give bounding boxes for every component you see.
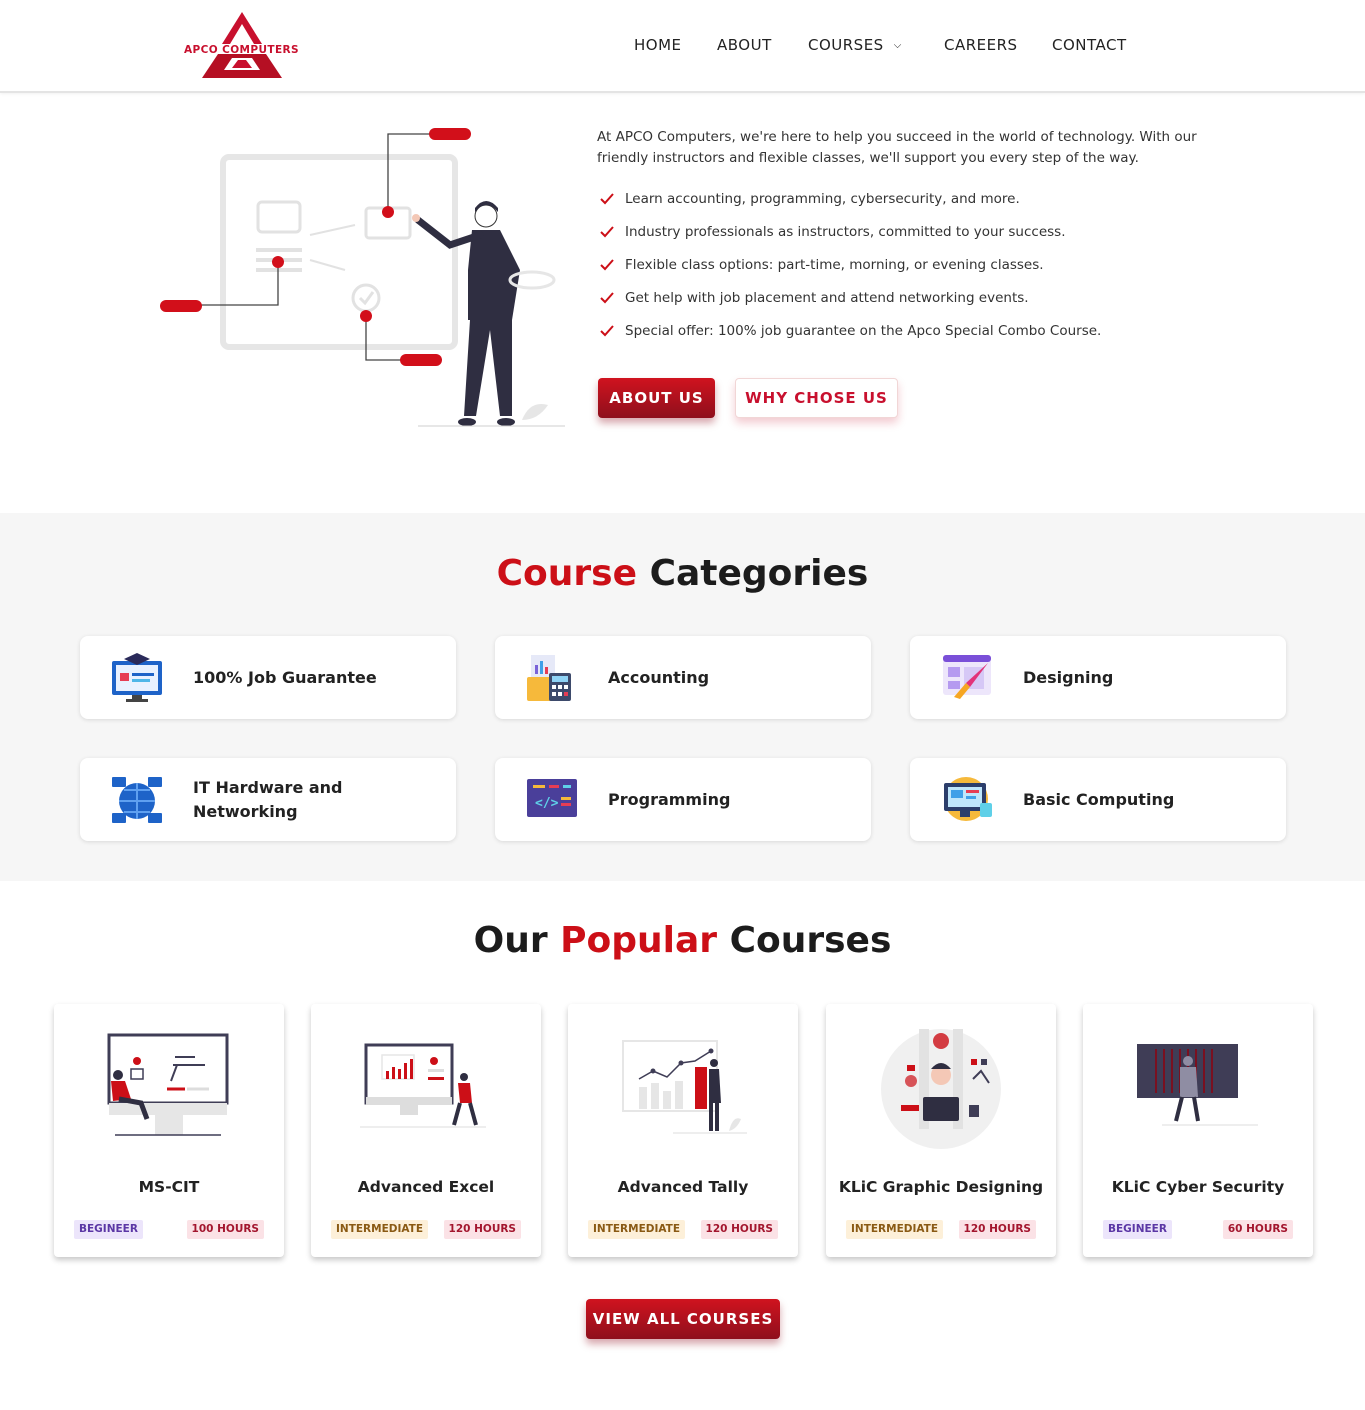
nav-about[interactable]: ABOUT <box>717 36 772 54</box>
category-label: Programming <box>608 789 731 809</box>
logo-text: APCO COMPUTERS <box>184 44 299 56</box>
popular-title-end: Courses <box>729 920 892 961</box>
view-all-courses-button[interactable]: VIEW ALL COURSES <box>586 1299 780 1339</box>
level-badge: INTERMEDIATE <box>846 1220 944 1239</box>
feature-text: Industry professionals as instructors, c… <box>625 224 1066 240</box>
klic-cyber-illustration <box>1137 1044 1258 1126</box>
svg-text:</>: </> <box>535 796 559 811</box>
klic-graphic-illustration <box>881 1029 1001 1149</box>
nav-careers[interactable]: CAREERS <box>944 36 1018 54</box>
nav-courses[interactable]: COURSES ⌵ <box>808 36 902 54</box>
popular-title-start: Our <box>473 920 548 961</box>
feature-list: Learn accounting, programming, cybersecu… <box>598 189 1101 354</box>
category-label: Designing <box>1023 667 1114 687</box>
accounting-calculator-icon <box>527 655 571 701</box>
course-card-advanced-tally[interactable]: Advanced Tally INTERMEDIATE 120 HOURS <box>568 1004 798 1257</box>
site-header: APCO COMPUTERS HOME ABOUT COURSES ⌵ CAREE… <box>0 0 1365 93</box>
ms-cit-illustration <box>107 1033 229 1136</box>
advanced-tally-illustration <box>622 1040 747 1134</box>
course-card-ms-cit[interactable]: MS-CIT BEGINEER 100 HOURS <box>54 1004 284 1257</box>
course-title: Advanced Excel <box>357 1178 495 1196</box>
category-card-designing[interactable]: Designing <box>910 636 1286 719</box>
hours-badge: 120 HOURS <box>700 1220 778 1239</box>
list-item: Get help with job placement and attend n… <box>598 288 1101 321</box>
course-card-advanced-excel[interactable]: Advanced Excel INTERMEDIATE 120 HOURS <box>311 1004 541 1257</box>
category-card-job-guarantee[interactable]: 100% Job Guarantee <box>80 636 456 719</box>
basic-computer-icon <box>944 777 992 821</box>
categories-title: Course Categories <box>0 553 1365 594</box>
about-intro: At APCO Computers, we're here to help yo… <box>597 129 1197 166</box>
hours-badge: 120 HOURS <box>443 1220 521 1239</box>
nav-home[interactable]: HOME <box>634 36 682 54</box>
course-title: KLiC Cyber Security <box>1111 1178 1285 1196</box>
course-categories-section: Course Categories 100% Job Guarantee Acc… <box>0 513 1365 881</box>
course-title: Advanced Tally <box>617 1178 749 1196</box>
popular-title-red: Popular <box>560 920 718 961</box>
feature-text: Learn accounting, programming, cybersecu… <box>625 191 1020 207</box>
check-icon <box>600 325 614 337</box>
level-badge: INTERMEDIATE <box>588 1220 686 1239</box>
about-illustration <box>160 128 565 427</box>
advanced-excel-illustration <box>360 1043 486 1128</box>
course-card-klic-graphic[interactable]: KLiC Graphic Designing INTERMEDIATE 120 … <box>826 1004 1056 1257</box>
feature-text: Special offer: 100% job guarantee on the… <box>625 323 1102 339</box>
categories-title-red: Course <box>496 553 638 594</box>
check-icon <box>600 226 614 238</box>
category-card-basic-computing[interactable]: Basic Computing <box>910 758 1286 841</box>
chevron-down-icon: ⌵ <box>893 40 902 51</box>
nav-contact[interactable]: CONTACT <box>1052 36 1127 54</box>
list-item: Industry professionals as instructors, c… <box>598 222 1101 255</box>
category-card-accounting[interactable]: Accounting <box>495 636 871 719</box>
course-title: KLiC Graphic Designing <box>838 1178 1044 1196</box>
list-item: Learn accounting, programming, cybersecu… <box>598 189 1101 222</box>
popular-courses-title: Our Popular Courses <box>0 920 1365 961</box>
feature-text: Flexible class options: part-time, morni… <box>625 257 1044 273</box>
hours-badge: 100 HOURS <box>186 1220 264 1239</box>
list-item: Special offer: 100% job guarantee on the… <box>598 321 1101 354</box>
graduation-monitor-icon <box>112 653 162 702</box>
category-label: 100% Job Guarantee <box>193 667 377 687</box>
check-icon <box>600 292 614 304</box>
about-us-button[interactable]: ABOUT US <box>598 378 715 418</box>
network-globe-icon <box>112 777 162 823</box>
check-icon <box>600 193 614 205</box>
level-badge: BEGINEER <box>74 1220 143 1239</box>
category-card-programming[interactable]: </> Programming <box>495 758 871 841</box>
category-label: Accounting <box>608 667 710 687</box>
design-brush-icon <box>943 655 991 699</box>
why-chose-us-button[interactable]: WHY CHOSE US <box>735 378 898 418</box>
level-badge: BEGINEER <box>1103 1220 1172 1239</box>
apco-logo[interactable]: APCO COMPUTERS <box>180 10 305 82</box>
code-window-icon: </> <box>527 779 577 817</box>
category-label: Basic Computing <box>1023 789 1175 809</box>
category-label: IT Hardware and Networking <box>193 777 343 821</box>
categories-title-rest: Categories <box>649 553 869 594</box>
nav-courses-label: COURSES <box>808 36 884 54</box>
list-item: Flexible class options: part-time, morni… <box>598 255 1101 288</box>
level-badge: INTERMEDIATE <box>331 1220 429 1239</box>
feature-text: Get help with job placement and attend n… <box>625 290 1029 306</box>
category-card-it-hardware[interactable]: IT Hardware and Networking <box>80 758 456 841</box>
course-title: MS-CIT <box>138 1178 200 1196</box>
hours-badge: 120 HOURS <box>958 1220 1036 1239</box>
check-icon <box>600 259 614 271</box>
course-card-klic-cyber[interactable]: KLiC Cyber Security BEGINEER 60 HOURS <box>1083 1004 1313 1257</box>
hours-badge: 60 HOURS <box>1222 1220 1293 1239</box>
